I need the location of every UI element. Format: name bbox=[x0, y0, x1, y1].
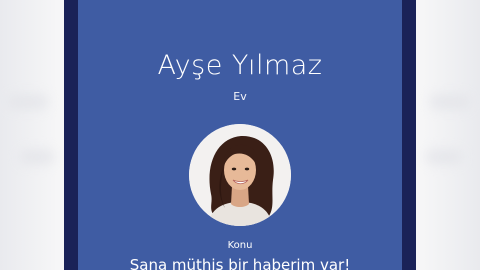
blurred-background-bar bbox=[8, 95, 48, 109]
blurred-background-bar bbox=[426, 150, 462, 164]
caller-number-label: Ev bbox=[233, 90, 247, 103]
subject-text: Sana müthiş bir haberim var! bbox=[129, 256, 351, 270]
blurred-background-bar bbox=[430, 95, 470, 109]
person-photo-icon bbox=[189, 124, 291, 226]
incoming-call-screen: Ayşe Yılmaz Ev Konu Sana müthiş bir habe… bbox=[78, 0, 402, 270]
caller-avatar bbox=[189, 124, 291, 226]
blurred-background-bar bbox=[20, 150, 54, 164]
phone-frame: Ayşe Yılmaz Ev Konu Sana müthiş bir habe… bbox=[64, 0, 416, 270]
subject-label: Konu bbox=[227, 240, 253, 251]
caller-name: Ayşe Yılmaz bbox=[157, 50, 323, 81]
